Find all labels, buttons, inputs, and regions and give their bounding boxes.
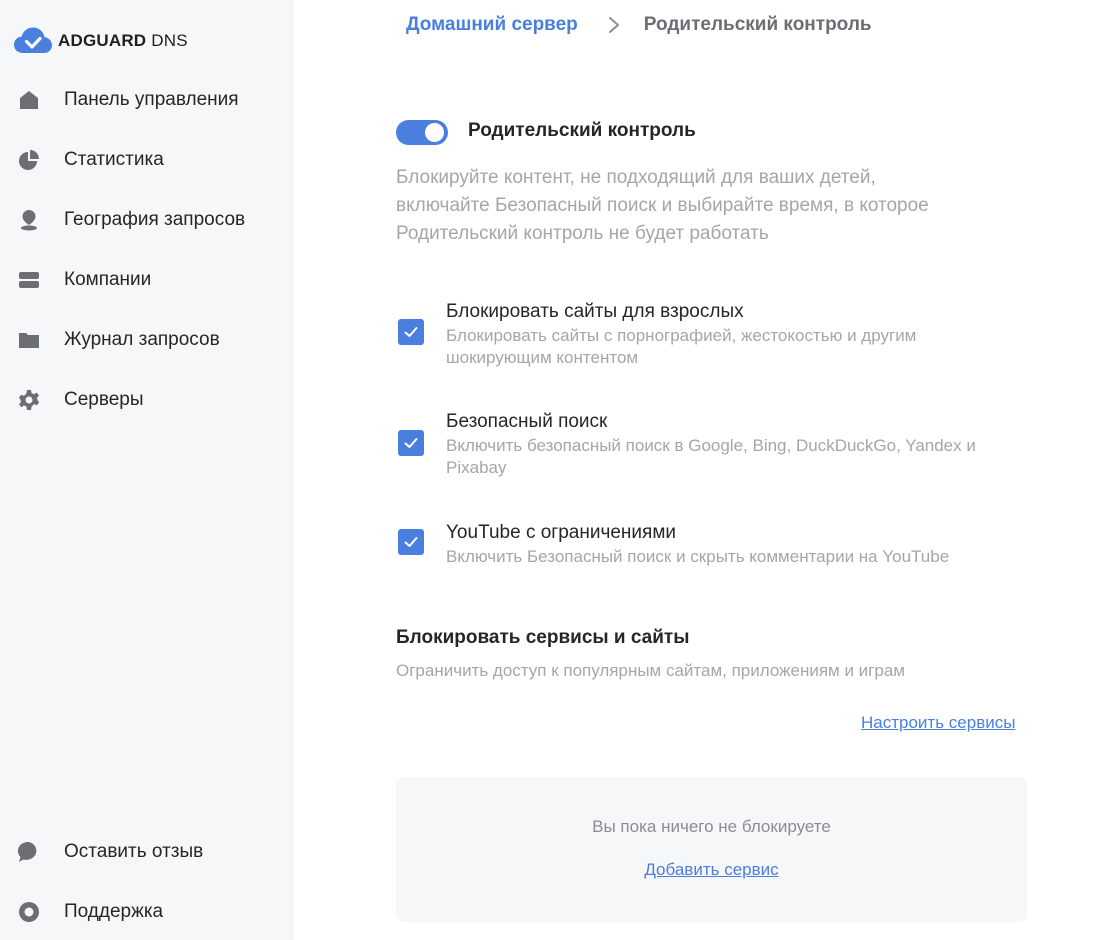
sidebar-item-servers[interactable]: Серверы — [0, 378, 294, 422]
sidebar-item-label: Журнал запросов — [64, 329, 220, 350]
sidebar-item-label: Компании — [64, 269, 152, 290]
option-title: Безопасный поиск — [446, 411, 608, 432]
option-description: Включить Безопасный поиск и скрыть комме… — [446, 546, 1026, 568]
adult-sites-checkbox[interactable] — [398, 319, 424, 345]
sidebar-item-feedback[interactable]: Оставить отзыв — [0, 830, 294, 874]
option-safe-search: Безопасный поиск Включить безопасный пои… — [396, 411, 1036, 481]
folder-icon — [18, 329, 40, 351]
block-services-title: Блокировать сервисы и сайты — [396, 627, 690, 648]
server-stack-icon — [18, 269, 40, 291]
add-service-link[interactable]: Добавить сервис — [644, 860, 778, 879]
home-icon — [18, 89, 40, 111]
description-line: включайте Безопасный поиск и выбирайте в… — [396, 195, 929, 216]
chat-bubble-icon — [18, 841, 40, 863]
sidebar: ADGUARD DNS Панель управления Статистика… — [0, 0, 294, 940]
parental-control-toggle[interactable] — [396, 120, 448, 145]
description-line: шокирующим контентом — [446, 348, 639, 367]
checkmark-icon — [404, 438, 418, 448]
sidebar-item-companies[interactable]: Компании — [0, 258, 294, 302]
sidebar-item-dashboard[interactable]: Панель управления — [0, 78, 294, 122]
option-description: Блокировать сайты с порнографией, жесток… — [446, 325, 1026, 369]
adguard-cloud-icon — [14, 27, 52, 53]
option-adult-sites: Блокировать сайты для взрослых Блокирова… — [396, 301, 1036, 371]
sidebar-item-label: Статистика — [64, 149, 164, 170]
checkmark-icon — [404, 537, 418, 547]
blocked-services-empty-state: Вы пока ничего не блокируете Добавить се… — [396, 777, 1027, 922]
lifebuoy-icon — [18, 901, 40, 923]
logo[interactable]: ADGUARD DNS — [14, 26, 188, 56]
sidebar-item-support[interactable]: Поддержка — [0, 890, 294, 934]
configure-services-link[interactable]: Настроить сервисы — [861, 713, 1015, 733]
location-pin-icon — [18, 209, 40, 231]
sidebar-item-label: Оставить отзыв — [64, 841, 204, 862]
add-service-link-wrap: Добавить сервис — [396, 860, 1027, 880]
sidebar-item-label: Поддержка — [64, 901, 164, 922]
sidebar-item-geography[interactable]: География запросов — [0, 198, 294, 242]
block-services-description: Ограничить доступ к популярным сайтам, п… — [396, 661, 905, 680]
gear-icon — [18, 389, 40, 411]
empty-state-text: Вы пока ничего не блокируете — [592, 817, 831, 836]
sidebar-item-statistics[interactable]: Статистика — [0, 138, 294, 182]
description-line: Блокировать сайты с порнографией, жесток… — [446, 326, 917, 345]
option-youtube-restricted: YouTube с ограничениями Включить Безопас… — [396, 522, 1036, 572]
description-line: Родительский контроль не будет работать — [396, 223, 769, 244]
checkmark-icon — [404, 327, 418, 337]
logo-text: ADGUARD DNS — [58, 31, 188, 50]
option-title: Блокировать сайты для взрослых — [446, 301, 744, 322]
breadcrumb-current: Родительский контроль — [643, 14, 872, 35]
description-line: Блокируйте контент, не подходящий для ва… — [396, 167, 876, 188]
option-title: YouTube с ограничениями — [446, 522, 676, 543]
main-content: Домашний сервер Родительский контроль Ро… — [294, 0, 1108, 940]
parental-control-description: Блокируйте контент, не подходящий для ва… — [396, 164, 1036, 248]
youtube-restricted-checkbox[interactable] — [398, 529, 424, 555]
safe-search-checkbox[interactable] — [398, 430, 424, 456]
description-line: Включить безопасный поиск в Google, Bing… — [446, 436, 976, 455]
description-line: Включить Безопасный поиск и скрыть комме… — [446, 547, 950, 566]
option-description: Включить безопасный поиск в Google, Bing… — [446, 435, 1026, 479]
sidebar-item-label: Панель управления — [64, 89, 239, 110]
pie-chart-icon — [18, 149, 40, 171]
breadcrumb-home-server-link[interactable]: Домашний сервер — [406, 14, 578, 36]
sidebar-item-label: География запросов — [64, 209, 246, 230]
sidebar-item-query-log[interactable]: Журнал запросов — [0, 318, 294, 362]
chevron-right-icon — [608, 16, 620, 34]
breadcrumb: Домашний сервер Родительский контроль — [406, 12, 872, 38]
sidebar-item-label: Серверы — [64, 389, 144, 410]
parental-control-title: Родительский контроль — [468, 120, 696, 141]
description-line: Pixabay — [446, 458, 507, 477]
